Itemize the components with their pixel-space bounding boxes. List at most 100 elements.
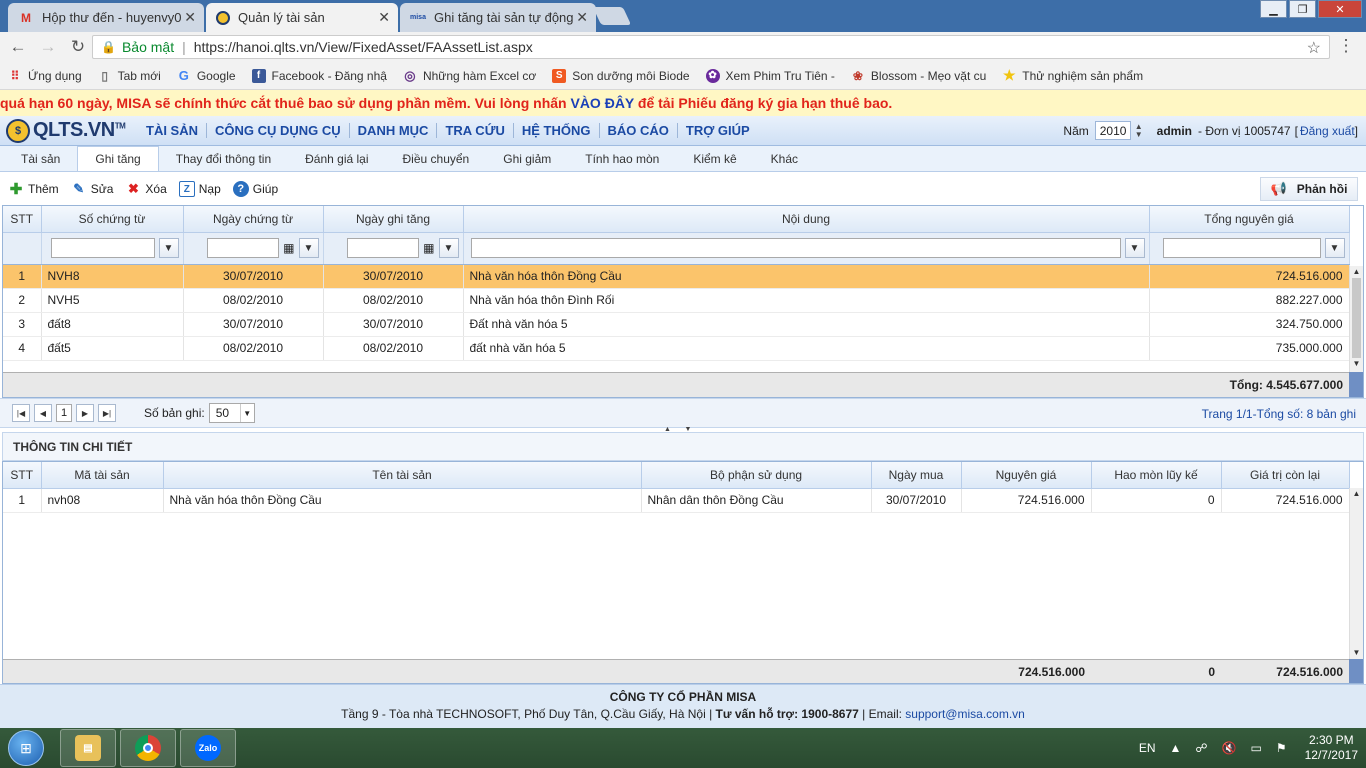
minimize-button[interactable]: ▁ (1260, 0, 1287, 18)
filter-icon[interactable]: ▼ (1324, 238, 1345, 258)
prev-page-icon[interactable]: ◀ (34, 404, 52, 422)
language-indicator[interactable]: EN (1139, 741, 1156, 755)
col-stt[interactable]: STT (3, 206, 42, 233)
reload-icon[interactable]: ↻ (66, 37, 90, 57)
year-spinner-icon[interactable]: ▲ ▼ (1135, 122, 1143, 139)
page-number-input[interactable]: 1 (56, 404, 72, 422)
menu-bao-cao[interactable]: BÁO CÁO (600, 123, 678, 138)
edit-button[interactable]: ✎ Sửa (71, 181, 113, 197)
bookmark-excel[interactable]: ◎ Những hàm Excel cơ (403, 68, 536, 83)
col-gia-tri-con-lai[interactable]: Giá trị còn lại (1221, 462, 1350, 489)
menu-tai-san[interactable]: TÀI SẢN (138, 123, 207, 138)
help-button[interactable]: ? Giúp (232, 181, 278, 197)
logout-link[interactable]: Đăng xuất (1300, 124, 1355, 138)
year-input[interactable]: 2010 (1094, 121, 1131, 140)
tab-ghi-giam[interactable]: Ghi giảm (486, 147, 568, 171)
table-row[interactable]: 1 NVH8 30/07/2010 30/07/2010 Nhà văn hóa… (3, 264, 1350, 289)
tab-dieu-chuyen[interactable]: Điều chuyển (386, 147, 487, 171)
col-bo-phan[interactable]: Bộ phận sử dụng (641, 462, 872, 489)
table-row[interactable]: 2 NVH5 08/02/2010 08/02/2010 Nhà văn hóa… (3, 288, 1350, 313)
bookmark-apps[interactable]: ⠿ Ứng dụng (8, 69, 82, 83)
close-window-button[interactable]: ✕ (1318, 0, 1362, 18)
table-row[interactable]: 1 nvh08 Nhà văn hóa thôn Đồng Cầu Nhân d… (3, 488, 1350, 513)
scroll-down-icon[interactable]: ▼ (1350, 647, 1363, 659)
tab-tinh-hao-mon[interactable]: Tính hao mòn (568, 147, 676, 171)
forward-icon[interactable]: → (36, 37, 60, 57)
menu-he-thong[interactable]: HỆ THỐNG (514, 123, 600, 138)
main-grid-scrollbar[interactable]: ▲ ▼ (1349, 266, 1363, 372)
first-page-icon[interactable]: |◀ (12, 404, 30, 422)
table-row[interactable]: 3 đất8 30/07/2010 30/07/2010 Đất nhà văn… (3, 312, 1350, 337)
page-size-select[interactable]: 50 ▼ (208, 403, 255, 423)
tab-khac[interactable]: Khác (754, 147, 815, 171)
bookmark-facebook[interactable]: f Facebook - Đăng nhậ (251, 68, 387, 83)
bookmark-google[interactable]: G Google (177, 68, 236, 83)
feedback-button[interactable]: 📢 Phản hồi (1260, 177, 1358, 201)
filter-ngay-chung-tu-input[interactable] (207, 238, 280, 258)
chrome-button[interactable] (120, 729, 176, 767)
maximize-button[interactable]: ❐ (1289, 0, 1316, 18)
col-ma-tai-san[interactable]: Mã tài sản (41, 462, 164, 489)
bookmark-blossom[interactable]: ❀ Blossom - Mẹo vặt cu (851, 69, 986, 83)
bookmark-new-tab[interactable]: ▯ Tab mới (98, 69, 161, 83)
qlts-logo[interactable]: $ QLTS.VNTM (6, 118, 138, 143)
tab-danh-gia-lai[interactable]: Đánh giá lại (288, 147, 385, 171)
close-icon[interactable]: ✕ (184, 9, 196, 26)
file-explorer-button[interactable]: ▤ (60, 729, 116, 767)
col-noi-dung[interactable]: Nội dung (463, 206, 1150, 233)
filter-icon[interactable]: ▼ (298, 238, 319, 258)
col-tong-nguyen-gia[interactable]: Tổng nguyên giá (1149, 206, 1350, 233)
detail-grid-scrollbar[interactable]: ▲ ▼ (1349, 488, 1363, 659)
bookmark-son-duong[interactable]: S Son dưỡng môi Biode (552, 68, 690, 83)
action-center-icon[interactable]: ▭ (1251, 741, 1262, 755)
filter-so-chung-tu-input[interactable] (50, 238, 155, 258)
bookmark-thu-nghiem[interactable]: ★ Thử nghiệm sản phẩm (1002, 67, 1143, 83)
close-icon[interactable]: ✕ (576, 9, 588, 26)
new-tab-button[interactable] (592, 7, 632, 25)
chrome-menu-icon[interactable]: ⋮ (1334, 36, 1358, 56)
browser-tab-misa[interactable]: misa Ghi tăng tài sản tự động ✕ (400, 3, 596, 32)
tab-thay-doi[interactable]: Thay đổi thông tin (159, 147, 288, 171)
filter-icon[interactable]: ▼ (1124, 238, 1145, 258)
menu-cong-cu[interactable]: CÔNG CỤ DỤNG CỤ (207, 123, 350, 138)
download-link[interactable]: VÀO ĐÂY (570, 95, 634, 111)
speaker-muted-icon[interactable]: 🔇 (1222, 741, 1237, 755)
filter-icon[interactable]: ▼ (158, 238, 179, 258)
col-so-chung-tu[interactable]: Số chứng từ (41, 206, 184, 233)
col-nguyen-gia[interactable]: Nguyên giá (961, 462, 1092, 489)
close-icon[interactable]: ✕ (378, 9, 390, 26)
tab-tai-san[interactable]: Tài sản (4, 147, 77, 171)
scroll-up-icon[interactable]: ▲ (1350, 488, 1363, 500)
menu-tro-giup[interactable]: TRỢ GIÚP (678, 123, 758, 138)
menu-tra-cuu[interactable]: TRA CỨU (437, 123, 514, 138)
col-stt[interactable]: STT (3, 462, 42, 489)
col-ngay-chung-tu[interactable]: Ngày chứng từ (183, 206, 324, 233)
browser-tab-qlts[interactable]: Quản lý tài sản ✕ (206, 3, 398, 32)
url-input[interactable]: 🔒 Bảo mật | https://hanoi.qlts.vn/View/F… (92, 35, 1330, 59)
flag-icon[interactable]: ⚑ (1276, 741, 1287, 755)
tab-kiem-ke[interactable]: Kiểm kê (676, 147, 753, 171)
tray-arrow-icon[interactable]: ▲ (1170, 741, 1182, 755)
bookmark-phim[interactable]: ✿ Xem Phim Tru Tiên - (705, 68, 835, 83)
filter-icon[interactable]: ▼ (438, 238, 459, 258)
clock[interactable]: 2:30 PM 12/7/2017 (1305, 733, 1358, 763)
col-ten-tai-san[interactable]: Tên tài sản (163, 462, 642, 489)
next-page-icon[interactable]: ▶ (76, 404, 94, 422)
windows-start-icon[interactable]: ⊞ (8, 730, 44, 766)
support-email-link[interactable]: support@misa.com.vn (905, 707, 1025, 721)
menu-danh-muc[interactable]: DANH MỤC (350, 123, 438, 138)
reload-button[interactable]: Z Nạp (178, 181, 221, 197)
last-page-icon[interactable]: ▶| (98, 404, 116, 422)
filter-noi-dung-input[interactable] (470, 238, 1121, 258)
browser-tab-gmail[interactable]: M Hộp thư đến - huyenvy0 ✕ (8, 3, 204, 32)
scroll-down-icon[interactable]: ▼ (1350, 358, 1363, 370)
bookmark-star-icon[interactable]: ☆ (1307, 38, 1321, 58)
col-hao-mon[interactable]: Hao mòn lũy kế (1091, 462, 1222, 489)
back-icon[interactable]: ← (6, 37, 30, 57)
calendar-icon[interactable]: ▦ (283, 241, 294, 255)
scroll-up-icon[interactable]: ▲ (1350, 266, 1363, 278)
filter-tong-input[interactable] (1162, 238, 1321, 258)
table-row[interactable]: 4 đất5 08/02/2010 08/02/2010 đất nhà văn… (3, 336, 1350, 361)
network-icon[interactable]: ☍ (1195, 741, 1207, 755)
calendar-icon[interactable]: ▦ (423, 241, 434, 255)
